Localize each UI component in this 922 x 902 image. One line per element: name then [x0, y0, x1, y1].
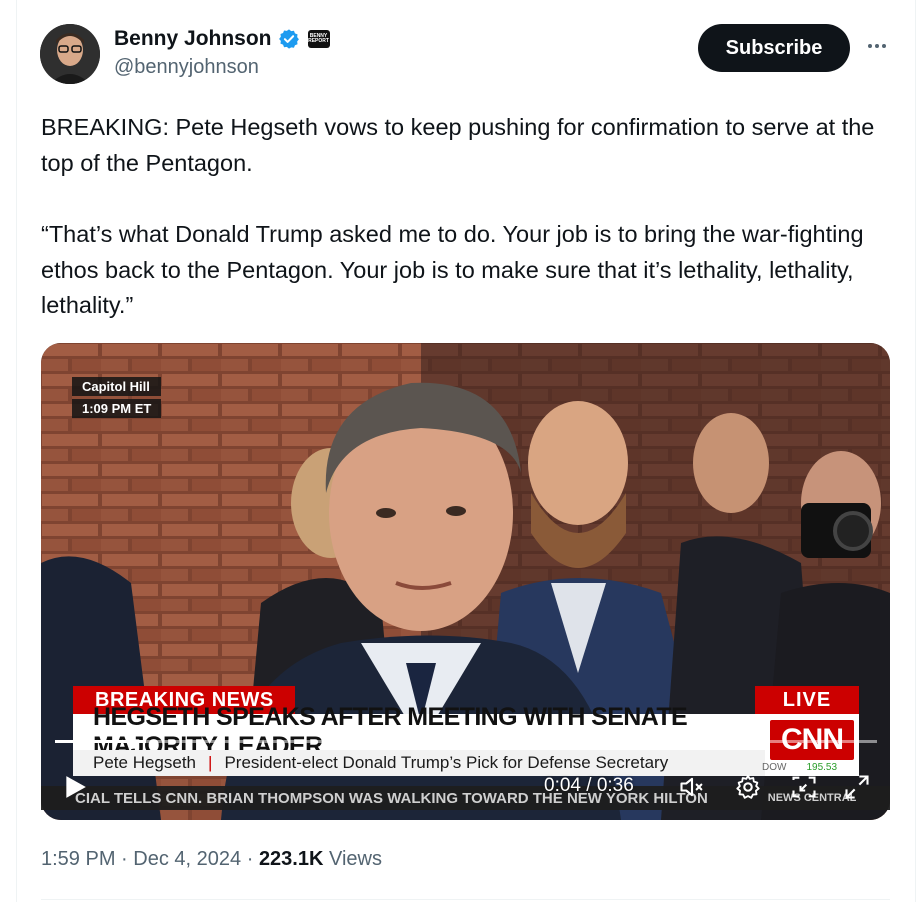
- author-block: Benny Johnson BENNY REPORT @bennyjohnson: [114, 26, 330, 79]
- tweet-paragraph-2: “That’s what Donald Trump asked me to do…: [41, 221, 864, 318]
- market-ticker: DOW 195.53: [762, 762, 837, 773]
- speaker-title: President-elect Donald Trump’s Pick for …: [224, 753, 669, 772]
- tweet-meta: 1:59 PM · Dec 4, 2024 · 223.1K Views: [41, 848, 382, 871]
- verified-badge-icon: [278, 29, 299, 49]
- location-label: Capitol Hill: [72, 377, 162, 396]
- views-label: Views: [329, 848, 382, 870]
- fullscreen-icon[interactable]: [843, 773, 871, 801]
- news-ticker: CIAL TELLS CNN. BRIAN THOMPSON WAS WALKI…: [41, 786, 890, 810]
- progress-track[interactable]: [55, 740, 877, 743]
- speaker-name: Pete Hegseth: [93, 753, 197, 772]
- more-horizontal-icon[interactable]: [862, 34, 892, 58]
- meta-separator-2: ·: [246, 848, 254, 870]
- market-label: DOW: [762, 762, 787, 773]
- tweet-paragraph-1: BREAKING: Pete Hegseth vows to keep push…: [41, 114, 875, 176]
- settings-gear-icon[interactable]: [734, 773, 762, 801]
- subscribe-button[interactable]: Subscribe: [698, 24, 850, 72]
- chyron-separator: |: [208, 753, 213, 772]
- tweet-text: BREAKING: Pete Hegseth vows to keep push…: [41, 110, 901, 324]
- location-time: 1:09 PM ET: [72, 399, 162, 418]
- chyron-subline: Pete Hegseth | President-elect Donald Tr…: [73, 750, 765, 776]
- live-banner: LIVE: [755, 686, 859, 714]
- market-value: 195.53: [806, 762, 838, 773]
- mute-icon[interactable]: [678, 773, 706, 801]
- picture-in-picture-icon[interactable]: [790, 773, 818, 801]
- affiliate-badge-icon[interactable]: BENNY REPORT: [307, 30, 330, 48]
- tweet-time[interactable]: 1:59 PM: [41, 848, 115, 870]
- location-bug: Capitol Hill 1:09 PM ET: [72, 377, 162, 421]
- author-handle[interactable]: @bennyjohnson: [114, 56, 330, 79]
- progress-fill: [55, 740, 147, 743]
- play-icon[interactable]: [62, 774, 88, 800]
- meta-separator: ·: [121, 848, 128, 870]
- author-name[interactable]: Benny Johnson: [114, 27, 272, 51]
- tweet-date[interactable]: Dec 4, 2024: [133, 848, 241, 870]
- views-count: 223.1K: [258, 848, 324, 870]
- chyron-headline: HEGSETH SPEAKS AFTER MEETING WITH SENATE…: [73, 703, 765, 760]
- divider: [41, 899, 890, 900]
- video-time: 0:04 / 0:36: [544, 775, 634, 796]
- avatar[interactable]: [40, 24, 100, 84]
